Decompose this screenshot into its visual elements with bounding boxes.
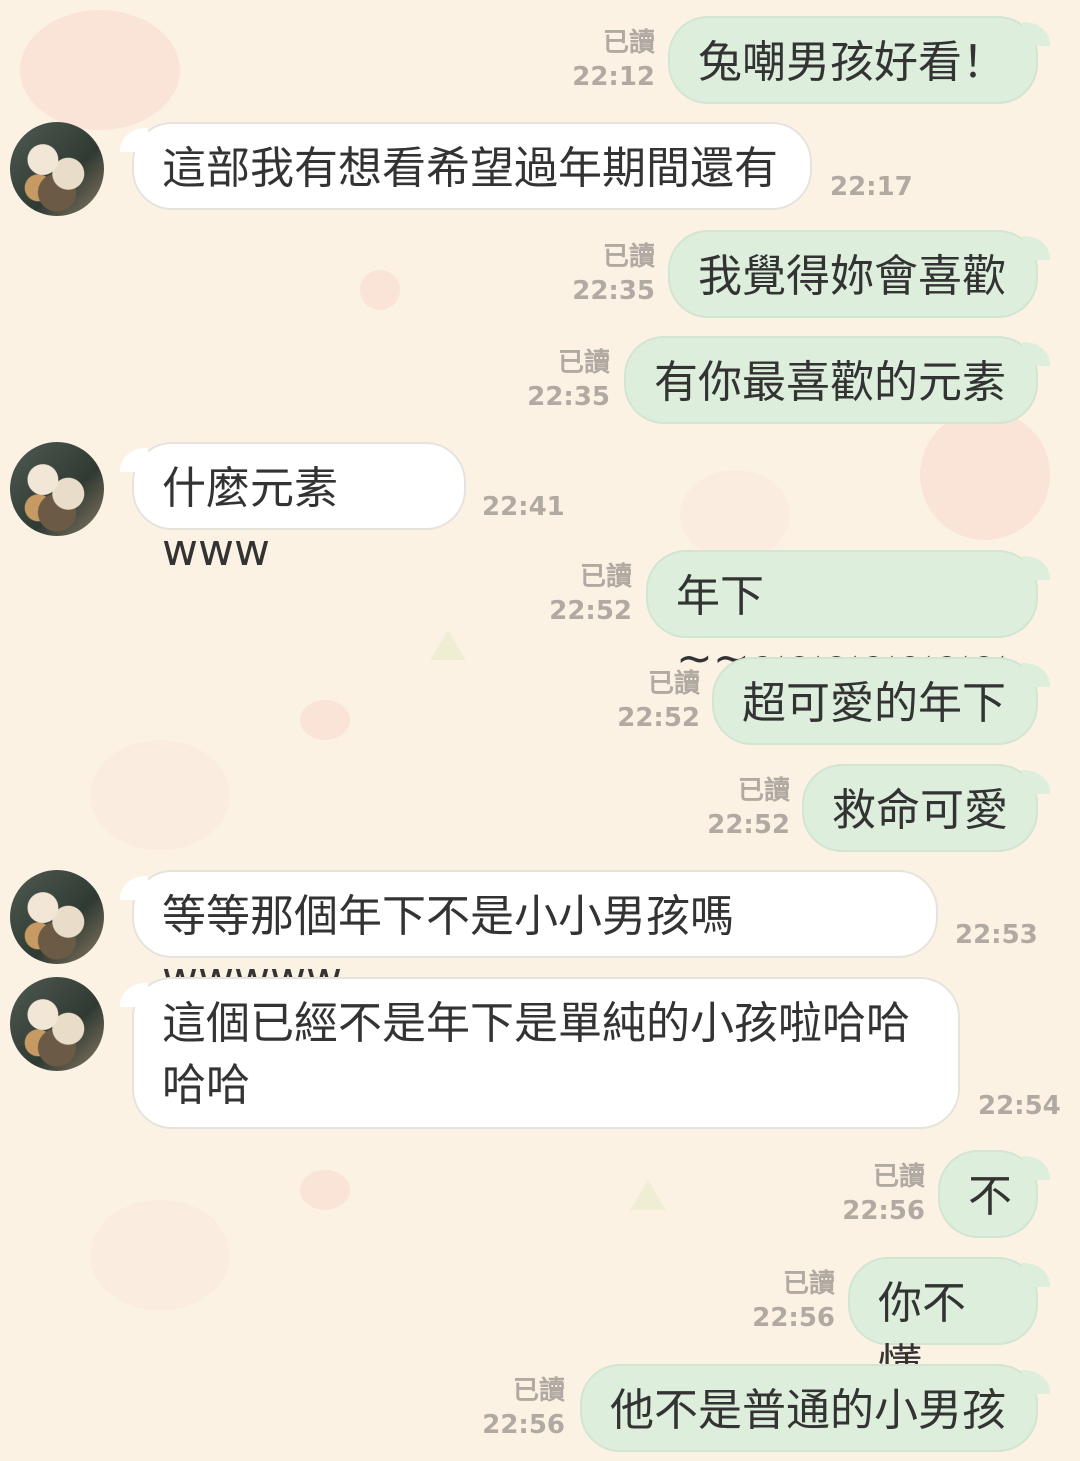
message-bubble[interactable]: 超可愛的年下 bbox=[712, 657, 1050, 745]
timestamp: 22:41 bbox=[482, 492, 565, 522]
read-receipt: 已讀 bbox=[737, 776, 790, 806]
timestamp: 22:35 bbox=[572, 276, 655, 306]
message-row-outgoing: 已讀 22:52 救命可愛 bbox=[0, 764, 1080, 852]
message-bubble[interactable]: 兔嘲男孩好看！ bbox=[668, 16, 1050, 104]
message-bubble[interactable]: 這個已經不是年下是單純的小孩啦哈哈 哈哈 bbox=[120, 977, 960, 1129]
timestamp: 22:54 bbox=[978, 1091, 1061, 1121]
read-receipt: 已讀 bbox=[872, 1162, 925, 1192]
contact-avatar[interactable] bbox=[10, 442, 104, 536]
message-row-incoming: 等等那個年下不是小小男孩嗎wwwww 22:53 bbox=[0, 870, 1080, 1004]
message-meta: 已讀 22:56 bbox=[842, 1160, 925, 1228]
message-bubble[interactable]: 這部我有想看希望過年期間還有 bbox=[120, 122, 812, 210]
message-bubble[interactable]: 救命可愛 bbox=[802, 764, 1050, 852]
read-receipt: 已讀 bbox=[647, 669, 700, 699]
message-meta: 已讀 22:56 bbox=[482, 1374, 565, 1442]
read-receipt: 已讀 bbox=[602, 242, 655, 272]
message-meta: 已讀 22:12 bbox=[572, 26, 655, 94]
message-row-outgoing: 已讀 22:56 他不是普通的小男孩 bbox=[0, 1364, 1080, 1452]
message-meta: 已讀 22:35 bbox=[572, 240, 655, 308]
timestamp: 22:56 bbox=[482, 1410, 565, 1440]
contact-avatar[interactable] bbox=[10, 122, 104, 216]
message-meta: 已讀 22:52 bbox=[617, 667, 700, 735]
contact-avatar[interactable] bbox=[10, 977, 104, 1071]
read-receipt: 已讀 bbox=[557, 348, 610, 378]
message-row-outgoing: 已讀 22:35 有你最喜歡的元素 bbox=[0, 336, 1080, 424]
read-receipt: 已讀 bbox=[782, 1269, 835, 1299]
message-row-outgoing: 已讀 22:35 我覺得妳會喜歡 bbox=[0, 230, 1080, 318]
timestamp: 22:17 bbox=[830, 172, 913, 202]
message-row-incoming: 什麼元素www 22:41 bbox=[0, 442, 1080, 576]
message-bubble[interactable]: 什麼元素www bbox=[120, 442, 466, 576]
timestamp: 22:12 bbox=[572, 62, 655, 92]
message-bubble[interactable]: 等等那個年下不是小小男孩嗎wwwww bbox=[120, 870, 938, 1004]
read-receipt: 已讀 bbox=[602, 28, 655, 58]
timestamp: 22:52 bbox=[549, 596, 632, 626]
timestamp: 22:52 bbox=[707, 810, 790, 840]
timestamp: 22:56 bbox=[842, 1196, 925, 1226]
message-bubble[interactable]: 年下~~~~~~~~~ bbox=[646, 550, 1050, 684]
message-row-outgoing: 已讀 22:52 超可愛的年下 bbox=[0, 657, 1080, 745]
message-row-outgoing: 已讀 22:56 不 bbox=[0, 1150, 1080, 1238]
read-receipt: 已讀 bbox=[579, 562, 632, 592]
message-row-outgoing: 已讀 22:52 年下~~~~~~~~~ bbox=[0, 550, 1080, 684]
message-row-outgoing: 已讀 22:12 兔嘲男孩好看！ bbox=[0, 16, 1080, 104]
message-meta: 已讀 22:52 bbox=[707, 774, 790, 842]
timestamp: 22:52 bbox=[617, 703, 700, 733]
message-bubble[interactable]: 我覺得妳會喜歡 bbox=[668, 230, 1050, 318]
timestamp: 22:53 bbox=[955, 920, 1038, 950]
message-bubble[interactable]: 有你最喜歡的元素 bbox=[624, 336, 1050, 424]
contact-avatar[interactable] bbox=[10, 870, 104, 964]
read-receipt: 已讀 bbox=[512, 1376, 565, 1406]
timestamp: 22:56 bbox=[752, 1303, 835, 1333]
message-row-incoming: 這個已經不是年下是單純的小孩啦哈哈 哈哈 22:54 bbox=[0, 977, 1080, 1131]
message-row-incoming: 這部我有想看希望過年期間還有 22:17 bbox=[0, 122, 1080, 216]
message-meta: 已讀 22:35 bbox=[527, 346, 610, 414]
message-meta: 已讀 22:56 bbox=[752, 1267, 835, 1335]
message-bubble[interactable]: 他不是普通的小男孩 bbox=[580, 1364, 1050, 1452]
message-bubble[interactable]: 你不懂 bbox=[848, 1257, 1050, 1391]
timestamp: 22:35 bbox=[527, 382, 610, 412]
message-meta: 已讀 22:52 bbox=[549, 560, 632, 628]
message-row-outgoing: 已讀 22:56 你不懂 bbox=[0, 1257, 1080, 1391]
message-bubble[interactable]: 不 bbox=[938, 1150, 1050, 1238]
